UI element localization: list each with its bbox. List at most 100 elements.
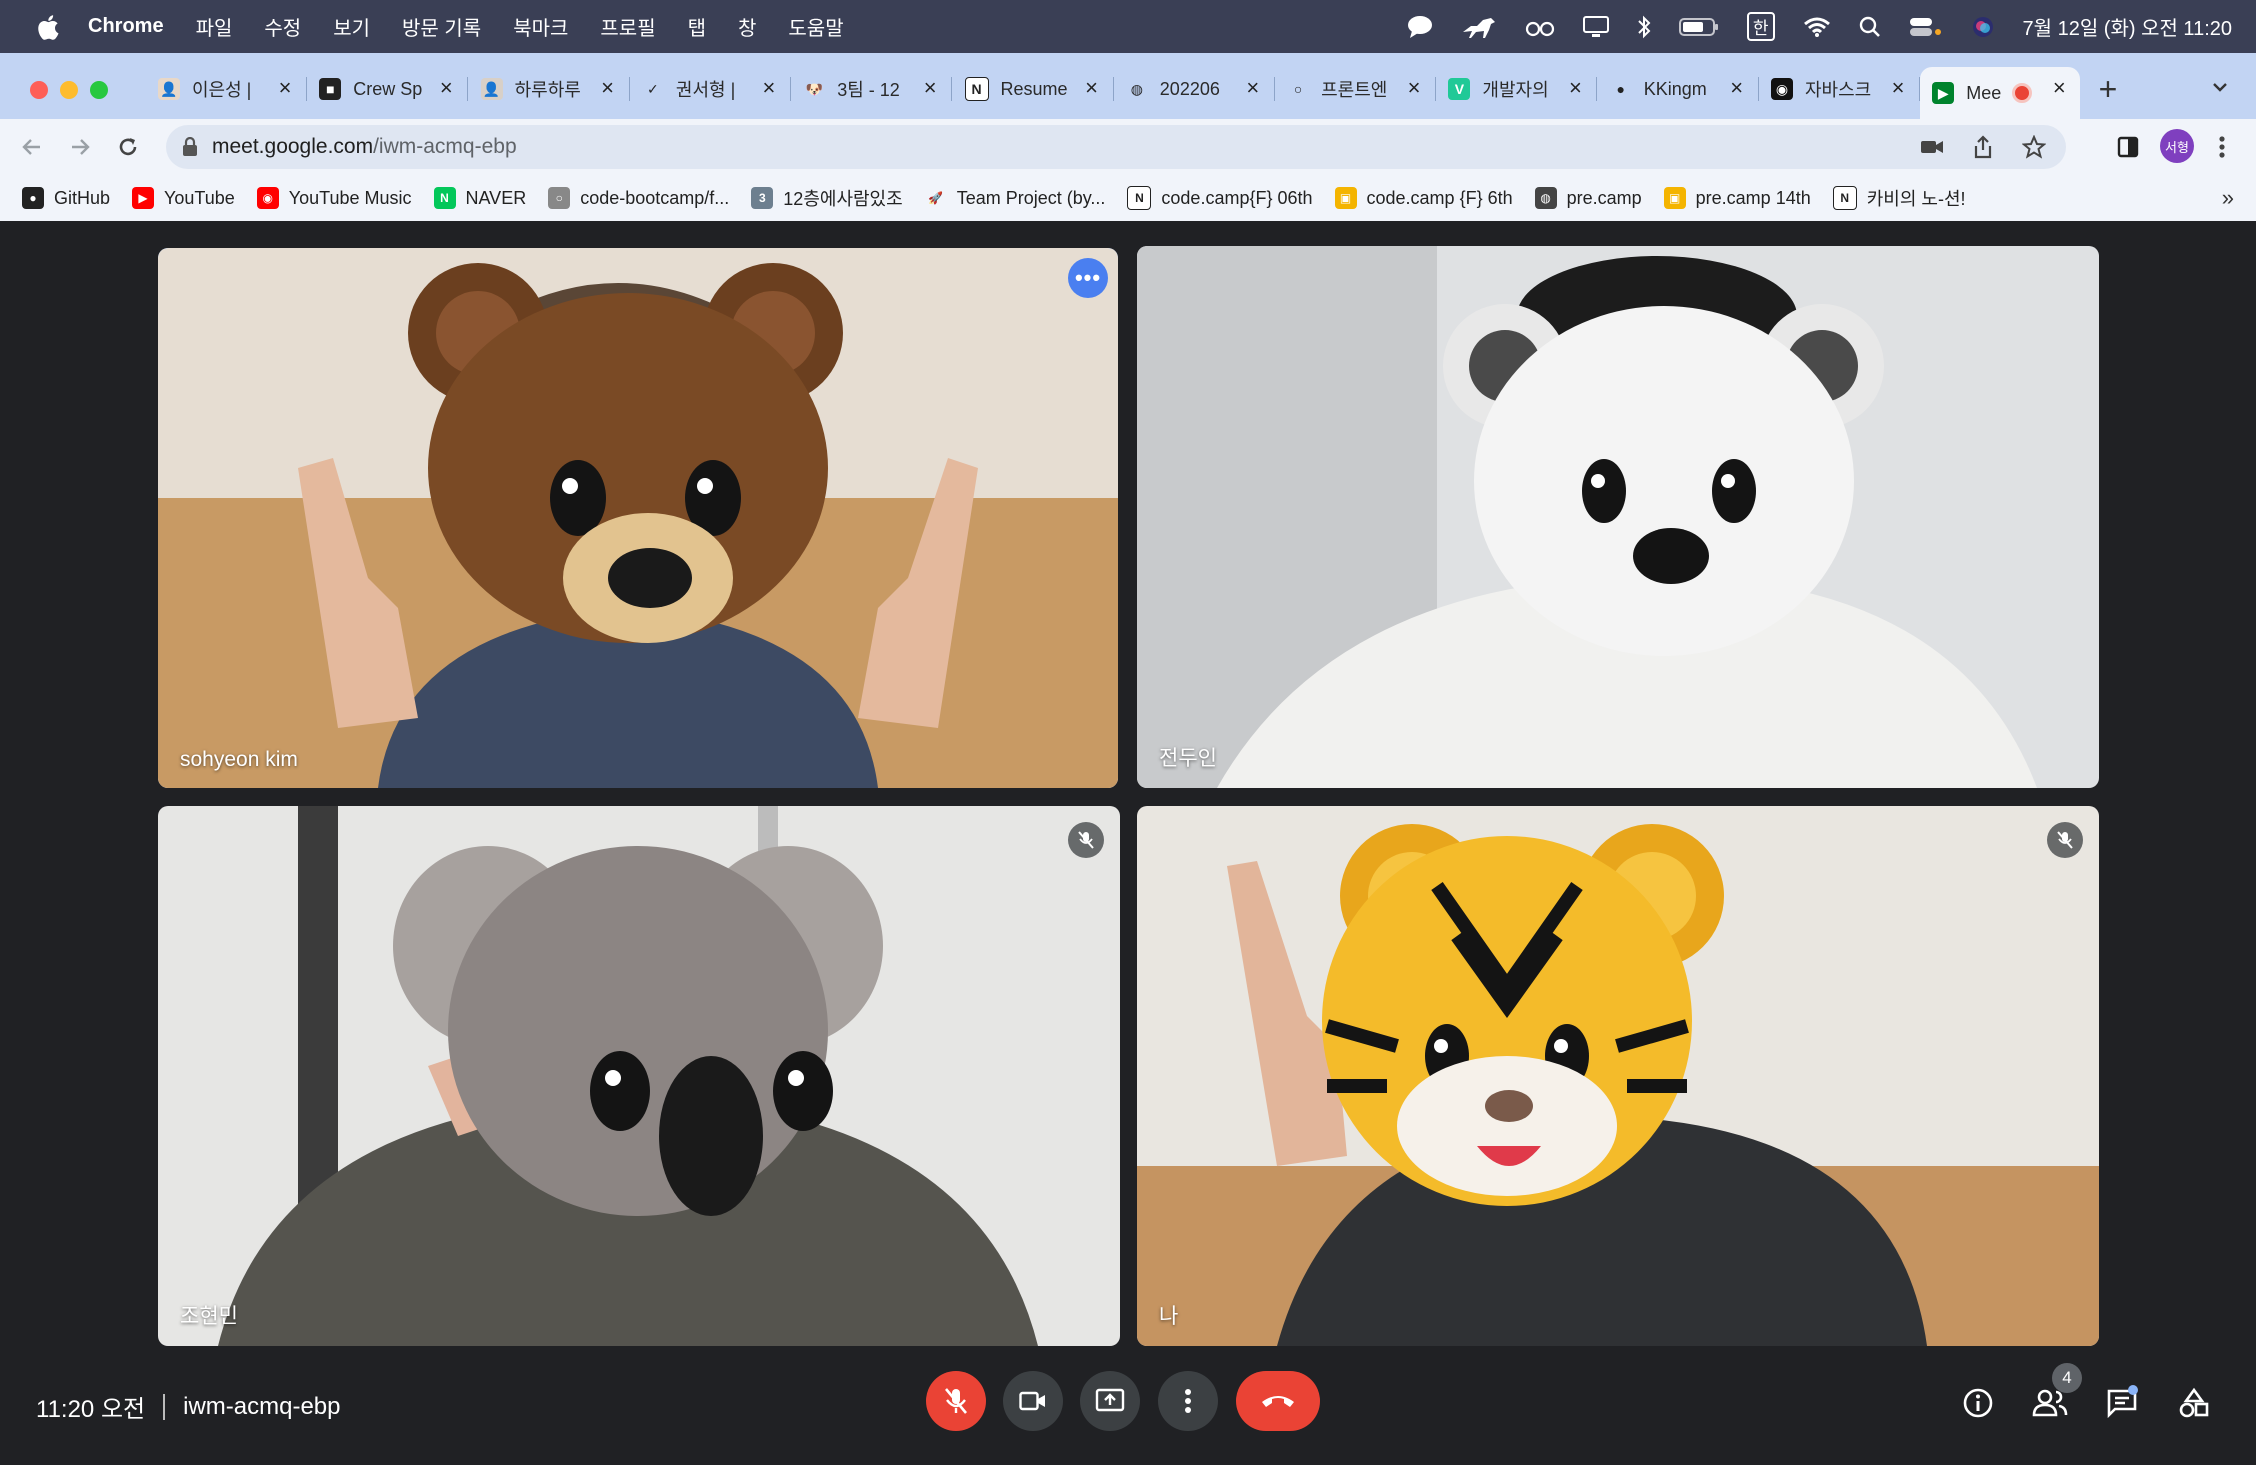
address-bar[interactable]: meet.google.com/iwm-acmq-ebp bbox=[166, 125, 2066, 169]
browser-tab[interactable]: ○ 프론트엔 × bbox=[1275, 67, 1437, 111]
tab-title: Mee bbox=[1966, 82, 2002, 103]
participant-tile[interactable]: 나 bbox=[1137, 806, 2099, 1346]
side-panel-icon[interactable] bbox=[2112, 131, 2144, 163]
horse-icon[interactable] bbox=[1461, 14, 1497, 40]
input-method-indicator[interactable]: 한 bbox=[1746, 12, 1775, 41]
close-tab-icon[interactable]: × bbox=[1242, 75, 1264, 100]
close-tab-icon[interactable]: × bbox=[1081, 75, 1103, 100]
close-tab-icon[interactable]: × bbox=[435, 75, 457, 100]
control-center-icon[interactable] bbox=[1909, 16, 1943, 38]
display-icon[interactable] bbox=[1582, 15, 1609, 38]
microphone-toggle-button[interactable] bbox=[926, 1371, 986, 1431]
bookmark-item[interactable]: ◍ pre.camp bbox=[1534, 187, 1642, 209]
close-tab-icon[interactable]: × bbox=[2048, 75, 2070, 100]
menu-file[interactable]: 파일 bbox=[196, 12, 233, 41]
bookmark-item[interactable]: 3 12층에사람있조 bbox=[751, 185, 903, 211]
menubar-status-area: 한 7월 12일 (화) 오전 11:20 bbox=[1407, 0, 2232, 53]
browser-tab[interactable]: ▶ Mee × bbox=[1920, 67, 2081, 119]
browser-tab[interactable]: ◍ 202206 × bbox=[1114, 67, 1275, 111]
participant-name: sohyeon kim bbox=[180, 748, 298, 771]
window-close-button[interactable] bbox=[30, 81, 48, 99]
close-tab-icon[interactable]: × bbox=[1564, 75, 1586, 100]
siri-icon[interactable] bbox=[1971, 15, 1995, 39]
browser-tab[interactable]: ● KKingm × bbox=[1598, 67, 1759, 111]
window-zoom-button[interactable] bbox=[90, 81, 108, 99]
browser-tab[interactable]: 👤 이은성 | × bbox=[146, 67, 307, 111]
close-tab-icon[interactable]: × bbox=[274, 75, 296, 100]
browser-tab[interactable]: 👤 하루하루 × bbox=[469, 67, 630, 111]
camera-in-use-icon[interactable] bbox=[1920, 138, 1944, 162]
unread-chat-dot bbox=[2128, 1385, 2138, 1395]
share-icon[interactable] bbox=[1972, 135, 1994, 165]
macos-menu-bar: Chrome 파일 수정 보기 방문 기록 북마크 프로필 탭 창 도움말 한 … bbox=[0, 0, 2256, 53]
browser-tab[interactable]: N Resume × bbox=[953, 67, 1114, 111]
camera-toggle-button[interactable] bbox=[1003, 1371, 1063, 1431]
bookmark-item[interactable]: ▣ code.camp {F} 6th bbox=[1334, 187, 1513, 209]
bookmark-item[interactable]: N NAVER bbox=[433, 187, 526, 209]
bookmark-item[interactable]: ● GitHub bbox=[22, 187, 110, 209]
spotlight-search-icon[interactable] bbox=[1859, 16, 1881, 38]
bookmark-item[interactable]: ◉ YouTube Music bbox=[256, 187, 412, 209]
bluetooth-icon[interactable] bbox=[1637, 15, 1651, 39]
browser-tab[interactable]: 🐶 3팀 - 12 × bbox=[791, 67, 953, 111]
app-name[interactable]: Chrome bbox=[88, 15, 164, 38]
apple-menu-icon[interactable] bbox=[28, 14, 68, 40]
back-arrow-icon[interactable] bbox=[16, 131, 48, 163]
lock-icon[interactable] bbox=[182, 137, 198, 157]
browser-tab[interactable]: V 개발자의 × bbox=[1436, 67, 1598, 111]
chrome-menu-kebab-icon[interactable] bbox=[2206, 131, 2238, 163]
menu-view[interactable]: 보기 bbox=[333, 12, 370, 41]
window-minimize-button[interactable] bbox=[60, 81, 78, 99]
participant-tile[interactable]: ••• sohyeon kim bbox=[158, 248, 1118, 788]
browser-tab[interactable]: ◉ 자바스크 × bbox=[1759, 67, 1920, 111]
present-screen-button[interactable] bbox=[1080, 1371, 1140, 1431]
menu-edit[interactable]: 수정 bbox=[264, 12, 301, 41]
bookmark-item[interactable]: ▣ pre.camp 14th bbox=[1663, 187, 1811, 209]
kebab-menu-icon bbox=[1185, 1389, 1191, 1413]
bookmark-item[interactable]: ▶ YouTube bbox=[132, 187, 235, 209]
new-tab-button[interactable]: + bbox=[2094, 73, 2122, 105]
menu-help[interactable]: 도움말 bbox=[788, 12, 843, 41]
browser-tab[interactable]: ✓ 권서형 | × bbox=[630, 67, 791, 111]
participant-more-options-button[interactable]: ••• bbox=[1068, 258, 1108, 298]
close-tab-icon[interactable]: × bbox=[1887, 75, 1909, 100]
menu-window[interactable]: 창 bbox=[738, 12, 756, 41]
profile-avatar[interactable]: 서형 bbox=[2160, 129, 2194, 163]
activities-button[interactable] bbox=[2174, 1383, 2214, 1423]
close-tab-icon[interactable]: × bbox=[758, 75, 780, 100]
bookmarks-bar: ● GitHub ▶ YouTube ◉ YouTube Music N NAVER ○ code… bbox=[0, 175, 2256, 222]
menu-tab[interactable]: 탭 bbox=[688, 12, 706, 41]
menu-bookmarks[interactable]: 북마크 bbox=[513, 12, 568, 41]
menubar-clock[interactable]: 7월 12일 (화) 오전 11:20 bbox=[2023, 12, 2232, 41]
notion-icon: N bbox=[964, 77, 989, 101]
wifi-icon[interactable] bbox=[1803, 16, 1831, 38]
more-options-button[interactable] bbox=[1158, 1371, 1218, 1431]
tab-search-chevron-icon[interactable] bbox=[2210, 77, 2230, 102]
bookmark-item[interactable]: N 카비의 노-션! bbox=[1832, 185, 1966, 211]
meeting-details: 11:20 오전 iwm-acmq-ebp bbox=[36, 1389, 340, 1424]
menu-profiles[interactable]: 프로필 bbox=[600, 12, 655, 41]
bookmark-label: code.camp{F} 06th bbox=[1161, 187, 1313, 208]
menu-history[interactable]: 방문 기록 bbox=[402, 12, 481, 41]
participant-tile[interactable]: 전두인 bbox=[1137, 246, 2099, 788]
message-icon[interactable] bbox=[1407, 15, 1433, 39]
tab-title: 프론트엔 bbox=[1321, 80, 1388, 100]
close-tab-icon[interactable]: × bbox=[1726, 75, 1748, 100]
close-tab-icon[interactable]: × bbox=[597, 75, 619, 100]
meeting-details-button[interactable] bbox=[1958, 1383, 1998, 1423]
bookmark-item[interactable]: Ncode.camp{F} 06th bbox=[1127, 186, 1313, 210]
close-tab-icon[interactable]: × bbox=[919, 75, 941, 100]
close-tab-icon[interactable]: × bbox=[1403, 75, 1425, 100]
bookmark-star-icon[interactable] bbox=[2021, 134, 2047, 165]
battery-icon[interactable] bbox=[1678, 17, 1719, 37]
forward-arrow-icon[interactable] bbox=[64, 131, 96, 163]
leave-call-button[interactable] bbox=[1236, 1371, 1320, 1431]
reload-icon[interactable] bbox=[112, 131, 144, 163]
browser-tab[interactable]: ■ Crew Sp × bbox=[307, 67, 469, 111]
glasses-icon[interactable] bbox=[1525, 17, 1555, 37]
tab-title: KKingm bbox=[1643, 78, 1707, 99]
participant-tile[interactable]: 조현민 bbox=[158, 806, 1120, 1346]
bookmark-item[interactable]: ○ code-bootcamp/f... bbox=[548, 187, 729, 209]
bookmark-item[interactable]: 🚀 Team Project (by... bbox=[925, 187, 1105, 209]
more-bookmarks-chevron-icon[interactable]: » bbox=[2222, 185, 2234, 211]
